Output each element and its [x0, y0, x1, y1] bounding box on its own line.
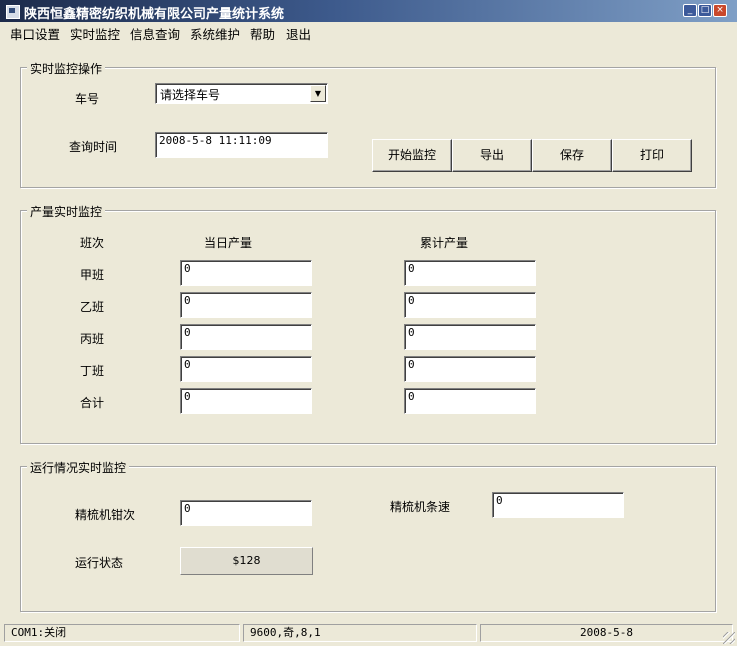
total-output-c[interactable]: 0 — [404, 324, 536, 350]
title-bar[interactable]: 陕西恒鑫精密纺织机械有限公司产量统计系统 _ □ × — [0, 0, 737, 22]
shift-label-b: 乙班 — [80, 300, 105, 314]
menu-system-maintenance[interactable]: 系统维护 — [190, 24, 240, 43]
col-shift-header: 班次 — [80, 236, 105, 250]
save-button[interactable]: 保存 — [532, 139, 612, 172]
menu-exit[interactable]: 退出 — [286, 24, 311, 43]
shift-label-d: 丁班 — [80, 364, 105, 378]
menu-info-query[interactable]: 信息查询 — [130, 24, 180, 43]
query-time-label: 查询时间 — [69, 140, 118, 154]
shift-label-c: 丙班 — [80, 332, 105, 346]
total-output-total[interactable]: 0 — [404, 388, 536, 414]
query-time-input[interactable]: 2008-5-8 11:11:09 — [155, 132, 328, 158]
speed-label: 精梳机条速 — [390, 500, 451, 514]
total-output-a[interactable]: 0 — [404, 260, 536, 286]
status-settings: 9600,奇,8,1 — [243, 624, 477, 642]
production-title: 产量实时监控 — [27, 203, 106, 220]
close-button[interactable]: × — [713, 4, 727, 17]
menu-serial-settings[interactable]: 串口设置 — [10, 24, 60, 43]
print-button[interactable]: 打印 — [612, 139, 692, 172]
col-total-header: 累计产量 — [420, 236, 469, 250]
status-port: COM1:关闭 — [4, 624, 240, 642]
export-button[interactable]: 导出 — [452, 139, 532, 172]
daily-output-total[interactable]: 0 — [180, 388, 312, 414]
run-state-indicator[interactable]: $128 — [180, 547, 313, 575]
resize-grip-icon[interactable] — [723, 632, 735, 644]
status-bar: COM1:关闭 9600,奇,8,1 2008-5-8 — [0, 622, 737, 646]
status-date: 2008-5-8 — [480, 624, 733, 642]
monitor-ops-title: 实时监控操作 — [27, 60, 106, 77]
clamp-label: 精梳机钳次 — [75, 508, 136, 522]
menu-help[interactable]: 帮助 — [250, 24, 275, 43]
menu-realtime-monitor[interactable]: 实时监控 — [70, 24, 120, 43]
car-select[interactable]: 请选择车号 ▼ — [155, 83, 328, 104]
window-title: 陕西恒鑫精密纺织机械有限公司产量统计系统 — [24, 7, 285, 22]
menu-bar: 串口设置 实时监控 信息查询 系统维护 帮助 退出 — [0, 22, 737, 42]
minimize-button[interactable]: _ — [683, 4, 697, 17]
sliver-speed-input[interactable]: 0 — [492, 492, 624, 518]
col-daily-header: 当日产量 — [204, 236, 253, 250]
running-group: 运行情况实时监控 — [20, 459, 716, 612]
production-group: 产量实时监控 — [20, 203, 716, 444]
daily-output-c[interactable]: 0 — [180, 324, 312, 350]
clamp-count-input[interactable]: 0 — [180, 500, 312, 526]
daily-output-b[interactable]: 0 — [180, 292, 312, 318]
shift-label-total: 合计 — [80, 396, 105, 410]
car-label: 车号 — [75, 92, 100, 106]
car-select-value: 请选择车号 — [160, 88, 221, 102]
shift-label-a: 甲班 — [80, 268, 105, 282]
total-output-d[interactable]: 0 — [404, 356, 536, 382]
running-title: 运行情况实时监控 — [27, 459, 130, 476]
daily-output-d[interactable]: 0 — [180, 356, 312, 382]
app-icon[interactable] — [6, 5, 20, 19]
total-output-b[interactable]: 0 — [404, 292, 536, 318]
maximize-button[interactable]: □ — [698, 4, 712, 17]
run-state-label: 运行状态 — [75, 556, 124, 570]
chevron-down-icon[interactable]: ▼ — [310, 85, 326, 102]
start-monitor-button[interactable]: 开始监控 — [372, 139, 452, 172]
daily-output-a[interactable]: 0 — [180, 260, 312, 286]
